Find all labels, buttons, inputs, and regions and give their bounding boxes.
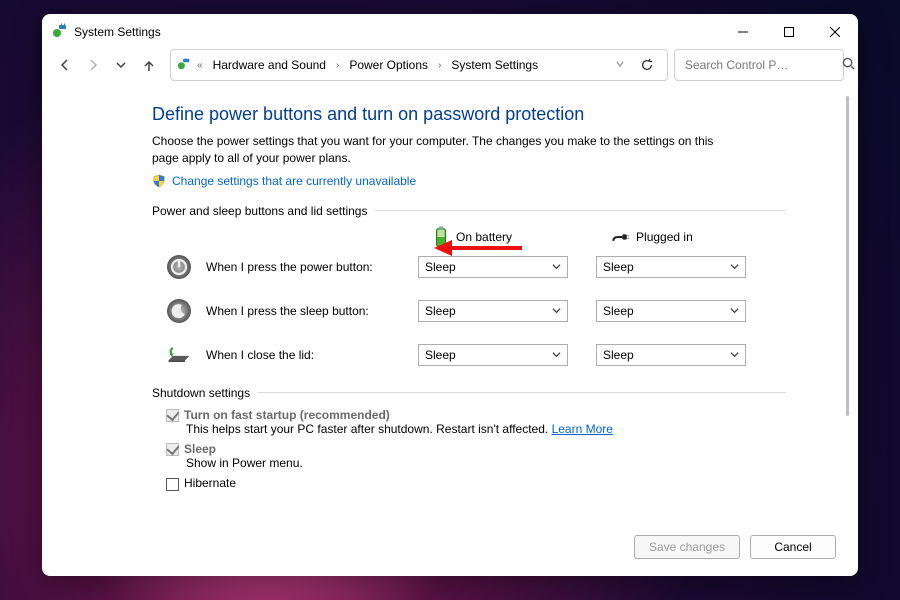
hibernate-checkbox[interactable]: Hibernate: [166, 476, 786, 490]
sleep-button-battery-select[interactable]: Sleep: [418, 300, 568, 322]
select-value: Sleep: [603, 260, 634, 274]
row-label: When I close the lid:: [206, 348, 404, 362]
address-bar[interactable]: « Hardware and Sound › Power Options › S…: [170, 49, 668, 81]
close-lid-plugged-select[interactable]: Sleep: [596, 344, 746, 366]
column-on-battery: On battery: [432, 226, 512, 248]
change-unavailable-settings-link[interactable]: Change settings that are currently unava…: [152, 174, 786, 188]
breadcrumb-item[interactable]: System Settings: [447, 56, 542, 74]
page-heading: Define power buttons and turn on passwor…: [152, 104, 786, 125]
power-button-plugged-select[interactable]: Sleep: [596, 256, 746, 278]
vertical-scrollbar[interactable]: [844, 96, 852, 528]
search-input[interactable]: [683, 57, 842, 73]
nav-forward-button[interactable]: [84, 56, 102, 74]
nav-recent-dropdown[interactable]: [112, 56, 130, 74]
save-changes-button[interactable]: Save changes: [634, 535, 740, 559]
power-button-battery-select[interactable]: Sleep: [418, 256, 568, 278]
select-value: Sleep: [425, 260, 456, 274]
address-dropdown[interactable]: [615, 58, 625, 72]
checkbox-label: Sleep: [184, 442, 216, 456]
chevron-down-icon: [730, 304, 739, 318]
plug-icon: [612, 226, 630, 248]
search-icon: [842, 57, 855, 73]
checkbox-icon: [166, 443, 179, 456]
close-button[interactable]: [812, 16, 858, 48]
section-shutdown-settings: Shutdown settings: [152, 386, 786, 400]
dialog-footer: Save changes Cancel: [42, 528, 858, 576]
chevron-down-icon: [552, 348, 561, 362]
sleep-button-plugged-select[interactable]: Sleep: [596, 300, 746, 322]
section-power-sleep-buttons: Power and sleep buttons and lid settings: [152, 204, 786, 218]
sleep-button-icon: [166, 298, 192, 324]
refresh-button[interactable]: [633, 51, 661, 79]
checkbox-label: Hibernate: [184, 476, 236, 490]
close-lid-battery-select[interactable]: Sleep: [418, 344, 568, 366]
cancel-button[interactable]: Cancel: [750, 535, 836, 559]
section-label: Power and sleep buttons and lid settings: [152, 204, 367, 218]
column-plugged-in: Plugged in: [612, 226, 693, 248]
row-close-lid: When I close the lid: Sleep Sleep: [166, 342, 786, 368]
chevron-down-icon: [552, 260, 561, 274]
checkbox-description: This helps start your PC faster after sh…: [186, 422, 552, 436]
checkbox-label: Turn on fast startup (recommended): [184, 408, 390, 422]
nav-up-button[interactable]: [140, 56, 158, 74]
power-options-icon: [52, 23, 68, 42]
nav-back-button[interactable]: [56, 56, 74, 74]
uac-shield-icon: [152, 174, 166, 188]
navigation-bar: « Hardware and Sound › Power Options › S…: [42, 50, 858, 86]
battery-icon: [432, 226, 450, 248]
chevron-down-icon: [552, 304, 561, 318]
minimize-button[interactable]: [720, 16, 766, 48]
page-description: Choose the power settings that you want …: [152, 133, 732, 168]
checkbox-description: Show in Power menu.: [186, 456, 786, 470]
control-panel-window: System Settings « Hardware and Sound › P…: [42, 14, 858, 576]
checkbox-icon: [166, 409, 179, 422]
breadcrumb-overflow[interactable]: «: [197, 60, 203, 71]
maximize-button[interactable]: [766, 16, 812, 48]
learn-more-link[interactable]: Learn More: [552, 422, 613, 436]
sleep-checkbox: Sleep Show in Power menu.: [166, 442, 786, 470]
change-unavailable-settings-text: Change settings that are currently unava…: [172, 174, 416, 188]
chevron-down-icon: [730, 260, 739, 274]
breadcrumb-item[interactable]: Power Options: [345, 56, 432, 74]
section-label: Shutdown settings: [152, 386, 250, 400]
column-label: On battery: [456, 230, 512, 244]
select-value: Sleep: [603, 304, 634, 318]
search-box[interactable]: [674, 49, 844, 81]
power-button-icon: [166, 254, 192, 280]
select-value: Sleep: [425, 348, 456, 362]
row-label: When I press the power button:: [206, 260, 404, 274]
row-sleep-button: When I press the sleep button: Sleep Sle…: [166, 298, 786, 324]
checkbox-icon: [166, 478, 179, 491]
column-label: Plugged in: [636, 230, 693, 244]
power-options-icon: [177, 57, 191, 74]
window-title: System Settings: [74, 25, 161, 39]
close-lid-icon: [166, 342, 192, 368]
row-label: When I press the sleep button:: [206, 304, 404, 318]
chevron-right-icon: ›: [438, 60, 441, 71]
select-value: Sleep: [425, 304, 456, 318]
chevron-right-icon: ›: [336, 60, 339, 71]
chevron-down-icon: [730, 348, 739, 362]
select-value: Sleep: [603, 348, 634, 362]
content-area: Define power buttons and turn on passwor…: [42, 86, 844, 528]
row-power-button: When I press the power button: Sleep Sle…: [166, 254, 786, 280]
fast-startup-checkbox: Turn on fast startup (recommended) This …: [166, 408, 786, 436]
scrollbar-thumb[interactable]: [846, 96, 849, 416]
breadcrumb-item[interactable]: Hardware and Sound: [209, 56, 330, 74]
title-bar: System Settings: [42, 14, 858, 50]
